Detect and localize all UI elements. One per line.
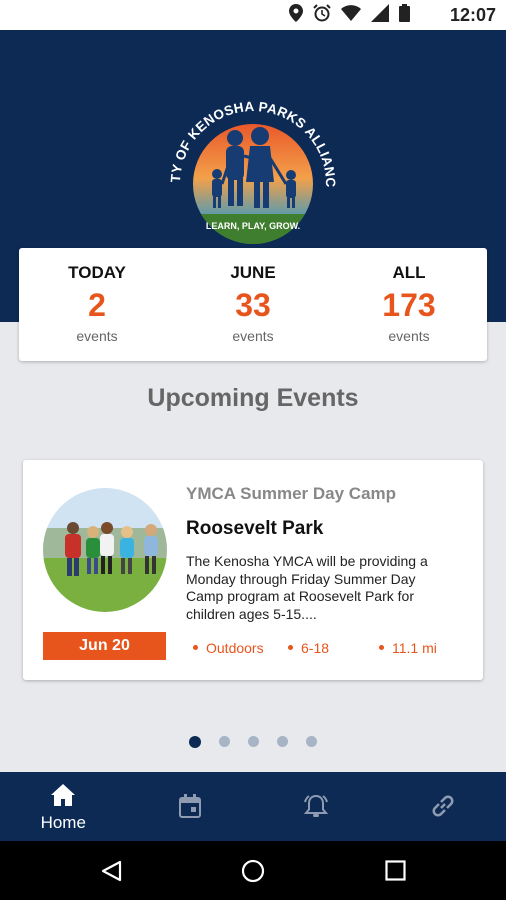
pager-dot[interactable] [219,736,230,747]
event-tag-category: Outdoors [193,640,264,656]
pager-dot[interactable] [306,736,317,747]
nav-calendar[interactable] [127,772,254,841]
alarm-clock-icon [313,4,331,22]
system-nav-bar [0,841,506,900]
location-icon [289,4,303,22]
back-icon[interactable] [100,860,122,882]
stat-today[interactable]: TODAY 2 events [19,248,175,361]
carousel-pager [0,736,506,748]
section-title: Upcoming Events [147,384,359,412]
kenosha-parks-logo: CITY OF KENOSHA PARKS ALLIANCE LEARN, PL… [160,86,338,244]
stat-label: JUNE [230,263,276,282]
event-tag-distance: 11.1 mi [379,640,437,656]
status-time: 12:07 [449,5,496,25]
stat-month[interactable]: JUNE 33 events [175,248,331,361]
pager-dot[interactable] [248,736,259,747]
alarm-icon [304,794,329,817]
stat-unit: events [76,328,118,344]
event-category: YMCA Summer Day Camp [186,484,397,503]
event-description: The Kenosha YMCA will be providing a Mon… [186,553,428,622]
event-date-badge: Jun 20 [43,632,166,660]
stat-all[interactable]: ALL 173 events [331,248,487,361]
status-bar: 12:07 [0,0,506,30]
home-circle-icon[interactable] [241,859,265,883]
home-icon [51,784,76,806]
stat-unit: events [388,328,430,344]
stat-unit: events [232,328,274,344]
bullet-icon [193,645,198,650]
event-tag-ages: 6-18 [288,640,329,656]
bullet-icon [379,645,384,650]
stat-value: 2 [88,287,106,323]
bullet-icon [288,645,293,650]
event-photo [43,488,167,612]
nav-alerts[interactable] [253,772,380,841]
battery-icon [399,4,410,22]
nav-home[interactable]: Home [0,772,127,841]
nav-links[interactable] [380,772,506,841]
stat-label: ALL [392,263,426,282]
stat-label: TODAY [68,263,126,282]
tag-label: Outdoors [206,640,264,656]
wifi-icon [341,5,361,21]
calendar-icon [178,794,201,818]
stat-value: 33 [235,287,271,323]
tag-label: 6-18 [301,640,330,656]
link-icon [432,795,454,817]
tag-label: 11.1 mi [392,640,437,656]
event-title: Roosevelt Park [186,518,324,539]
stat-value: 173 [382,287,436,323]
signal-icon [371,4,389,22]
nav-home-label: Home [40,813,86,832]
bottom-nav: Home [0,772,506,841]
pager-dot[interactable] [189,736,201,748]
logo-tagline: LEARN, PLAY, GROW. [206,221,300,231]
event-stats-card: TODAY 2 events JUNE 33 events ALL 173 ev… [19,248,487,361]
event-card[interactable]: Jun 20 YMCA Summer Day Camp Roosevelt Pa… [23,460,483,680]
pager-dot[interactable] [277,736,288,747]
recents-icon[interactable] [385,860,406,881]
